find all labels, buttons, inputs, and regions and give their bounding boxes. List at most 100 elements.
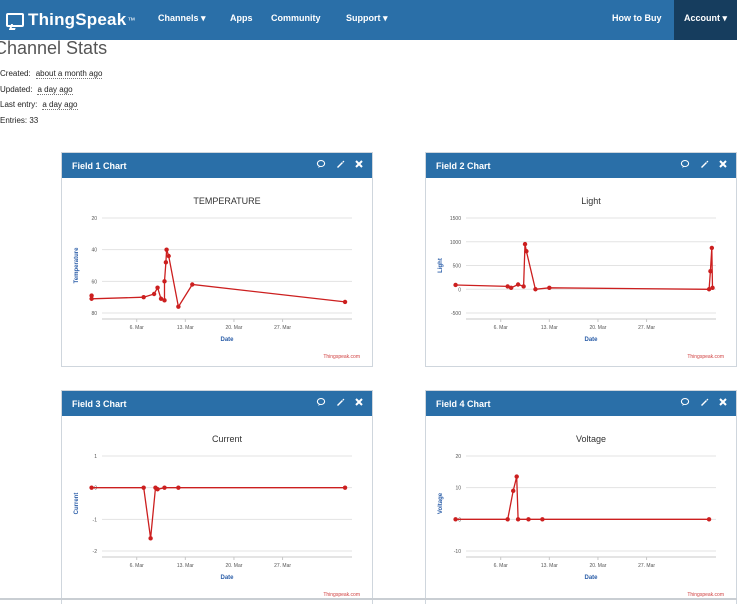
x-tick-label: 6. Mar [494, 563, 509, 569]
brand-trademark: ™ [127, 15, 136, 25]
panel-tools [316, 159, 364, 171]
panel-title: Field 2 Chart [436, 161, 491, 171]
stat-created-value: about a month ago [35, 69, 103, 79]
brand-name: ThingSpeak [28, 10, 127, 29]
data-point [706, 517, 712, 522]
line-chart: Light 1500 1000 500 0 -500 6. Mar 13. Mar 20. Ma… [438, 196, 724, 360]
data-point [515, 517, 521, 522]
data-point [155, 487, 160, 492]
data-point [709, 245, 715, 251]
data-point [505, 517, 510, 522]
data-point [547, 285, 552, 291]
x-axis-label: Date [584, 337, 598, 343]
comment-icon[interactable] [680, 397, 690, 409]
stat-created: Created: about a month ago [0, 69, 103, 79]
stat-last-entry-value: a day ago [42, 100, 78, 110]
panel-title: Field 4 Chart [436, 399, 491, 409]
stat-last-entry-label: Last entry: [0, 100, 38, 109]
x-tick-label: 6. Mar [130, 563, 145, 569]
y-axis-label: Current [74, 493, 80, 515]
thingspeak-logo[interactable]: ThingSpeak ™ [6, 8, 135, 32]
comment-icon[interactable] [316, 397, 326, 409]
close-icon[interactable] [718, 159, 728, 171]
comment-icon[interactable] [316, 159, 326, 171]
panel-tools [680, 397, 728, 409]
chart-title: Voltage [576, 434, 606, 444]
y-tick-label: -1 [93, 517, 98, 523]
data-point [162, 279, 167, 284]
nav-account-label: Account ▾ [684, 13, 728, 23]
y-tick-label: 20 [91, 216, 97, 222]
stat-updated-value: a day ago [37, 85, 73, 95]
x-tick-label: 27. Mar [274, 563, 291, 569]
y-tick-label: 20 [455, 454, 461, 460]
panel-header: Field 3 Chart [62, 391, 372, 416]
x-tick-label: 6. Mar [130, 325, 145, 331]
data-point [453, 517, 458, 522]
field-3-chart-panel: Field 3 Chart Current 1 0 -1 -2 6. Mar 13. Mar 2… [61, 390, 373, 604]
nav-apps[interactable]: Apps [230, 13, 253, 23]
nav-channels[interactable]: Channels ▾ [158, 13, 206, 24]
stat-last-entry: Last entry: a day ago [0, 100, 78, 110]
panel-title: Field 1 Chart [72, 161, 127, 171]
nav-community[interactable]: Community [271, 13, 321, 23]
data-point [162, 298, 167, 303]
data-point [89, 296, 94, 301]
y-tick-label: 0 [94, 486, 97, 492]
data-point [710, 285, 715, 291]
x-tick-label: 6. Mar [494, 325, 509, 331]
nav-how-to-buy[interactable]: How to Buy [612, 13, 662, 23]
field-2-chart-panel: Field 2 Chart Light 1500 1000 500 0 -500 6. Mar… [425, 152, 737, 367]
y-tick-label: 10 [455, 486, 461, 492]
data-point [151, 291, 157, 297]
y-tick-label: -10 [454, 549, 461, 555]
data-point [155, 285, 160, 290]
series-line [455, 243, 714, 291]
data-point [522, 241, 528, 247]
series-line [455, 476, 710, 520]
data-point [342, 299, 348, 305]
chart-credit: Thingspeak.com [323, 354, 360, 360]
close-icon[interactable] [354, 159, 364, 171]
data-point [524, 249, 529, 254]
y-tick-label: 0 [458, 287, 461, 293]
close-icon[interactable] [718, 397, 728, 409]
x-tick-label: 27. Mar [274, 325, 291, 331]
y-tick-label: -500 [451, 311, 461, 317]
data-point [166, 253, 171, 259]
chart-credit: Thingspeak.com [687, 354, 724, 360]
pencil-icon[interactable] [699, 159, 709, 171]
stat-updated-label: Updated: [0, 85, 33, 94]
comment-icon[interactable] [680, 159, 690, 171]
chart-title: TEMPERATURE [193, 196, 260, 206]
y-tick-label: -2 [93, 549, 98, 555]
pencil-icon[interactable] [699, 397, 709, 409]
y-axis-label: Voltage [438, 492, 444, 514]
x-axis-label: Date [220, 575, 234, 581]
field-1-chart-panel: Field 1 Chart TEMPERATURE 20 40 60 80 6. Mar 13… [61, 152, 373, 367]
stat-entries: Entries: 33 [0, 116, 39, 125]
y-tick-label: 1000 [450, 240, 461, 246]
data-point [176, 304, 181, 309]
data-point [514, 474, 519, 479]
y-tick-label: 500 [453, 264, 462, 270]
panel-tools [680, 159, 728, 171]
line-chart: TEMPERATURE 20 40 60 80 6. Mar 13. Mar 20. Mar 2… [74, 196, 360, 360]
data-point [515, 282, 521, 287]
x-tick-label: 13. Mar [177, 563, 194, 569]
y-tick-label: 0 [458, 517, 461, 523]
data-point [162, 485, 167, 490]
line-chart: Current 1 0 -1 -2 6. Mar 13. Mar 20. Mar 27. Mar… [74, 434, 360, 598]
data-point [508, 285, 514, 291]
page-title: Channel Stats [0, 38, 108, 58]
nav-support[interactable]: Support ▾ [346, 13, 388, 24]
pencil-icon[interactable] [335, 397, 345, 409]
nav-account[interactable]: Account ▾ [674, 0, 737, 40]
series-line [90, 249, 346, 309]
data-point [511, 488, 516, 494]
close-icon[interactable] [354, 397, 364, 409]
chart-title: Light [581, 196, 601, 206]
x-tick-label: 13. Mar [177, 325, 194, 331]
panel-header: Field 4 Chart [426, 391, 736, 416]
pencil-icon[interactable] [335, 159, 345, 171]
